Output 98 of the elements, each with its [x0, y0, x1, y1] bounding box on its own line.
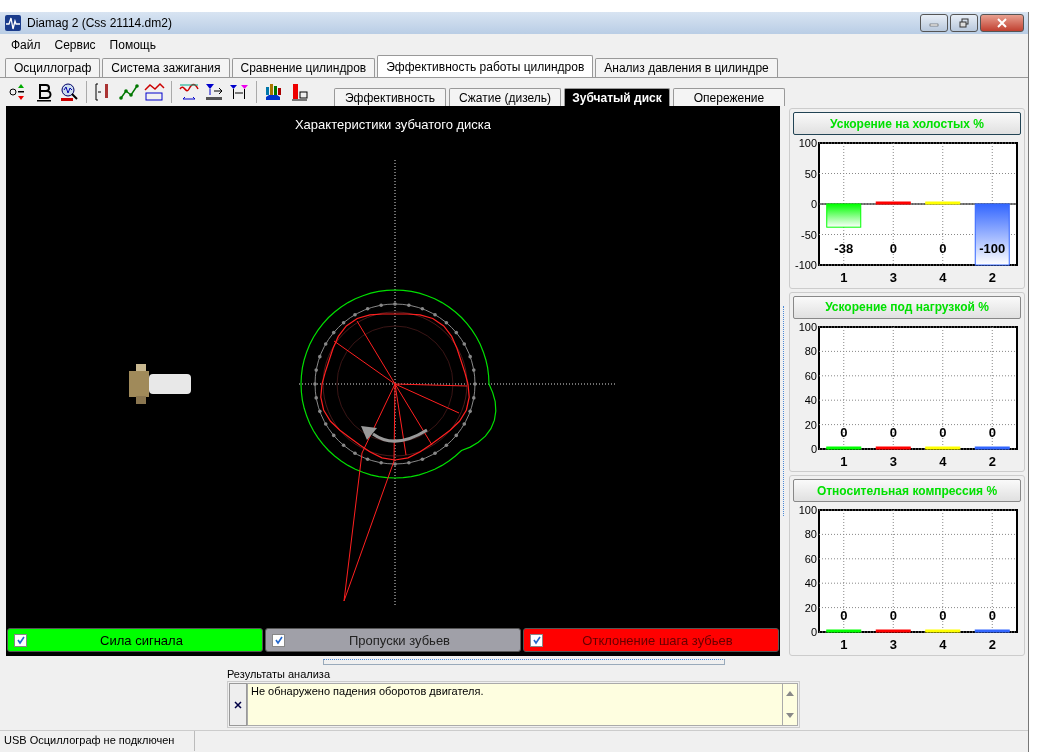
sensor-icon — [129, 364, 191, 404]
splitter-handle[interactable] — [323, 659, 725, 665]
value-label: 0 — [939, 608, 947, 624]
category-label: 2 — [988, 270, 996, 285]
check-icon — [15, 635, 26, 645]
checkbox[interactable] — [272, 633, 285, 647]
axis-tick-label: 60 — [804, 553, 817, 566]
waveform-icon[interactable] — [178, 81, 200, 103]
value-label: 0 — [889, 608, 897, 624]
legend-toggle[interactable]: Сила сигнала — [7, 628, 263, 652]
results-text-area[interactable]: Не обнаружено падения оборотов двигателя. — [247, 683, 783, 726]
restore-button[interactable] — [950, 14, 978, 32]
axis-tick-label: 80 — [804, 345, 817, 358]
window-title: Diamag 2 (Css 21114.dm2) — [27, 16, 172, 30]
check-icon — [273, 635, 284, 645]
tab[interactable]: Система зажигания — [102, 58, 230, 77]
category-label: 4 — [939, 270, 947, 285]
value-label: 0 — [939, 241, 947, 256]
bar — [925, 201, 961, 205]
bar — [925, 629, 961, 633]
bar — [875, 446, 911, 450]
filter-arrow-icon[interactable] — [203, 81, 225, 103]
tab[interactable]: Анализ давления в цилиндре — [595, 58, 778, 77]
line-graph-icon[interactable] — [118, 81, 140, 103]
value-label: 0 — [840, 424, 848, 440]
axis-tick-label: 0 — [810, 442, 817, 455]
axis-tick-label: 40 — [804, 577, 817, 590]
magnifier-icon[interactable] — [58, 81, 80, 103]
minimize-button[interactable] — [920, 14, 948, 32]
category-label: 3 — [889, 637, 897, 653]
close-button[interactable] — [980, 14, 1024, 32]
scroll-up-icon[interactable] — [786, 690, 794, 696]
close-icon — [996, 18, 1008, 28]
axis-tick-label: 100 — [798, 137, 817, 149]
category-label: 3 — [889, 270, 897, 285]
axis-tick-label: 100 — [798, 320, 817, 333]
axis-tick-label: 20 — [804, 601, 817, 614]
axis-tick-label: 50 — [804, 167, 817, 180]
axis-tick-label: 80 — [804, 528, 817, 541]
axis-tick-label: 0 — [810, 198, 817, 210]
bar — [974, 629, 1010, 633]
axis-tick-label: 0 — [810, 626, 817, 639]
bar — [875, 629, 911, 633]
checkbox[interactable] — [530, 633, 543, 647]
category-label: 2 — [988, 453, 996, 469]
value-label: 0 — [889, 241, 897, 256]
splitter-handle[interactable] — [782, 306, 787, 516]
bar — [826, 629, 862, 633]
group-label: Результаты анализа — [227, 668, 332, 681]
category-label: 4 — [939, 453, 947, 469]
value-label: 0 — [988, 424, 996, 440]
status-text: USB Осциллограф не подключен — [0, 731, 195, 751]
value-label: 0 — [939, 424, 947, 440]
peak-graph-icon[interactable] — [143, 81, 165, 103]
category-label: 1 — [840, 453, 848, 469]
menu-item[interactable]: Сервис — [47, 37, 103, 52]
results-text: Не обнаружено падения оборотов двигателя. — [251, 685, 484, 697]
value-label: -38 — [834, 241, 854, 256]
value-label: 0 — [840, 608, 848, 624]
checkbox[interactable] — [14, 633, 27, 647]
axis-tick-label: 100 — [798, 504, 817, 517]
sub-tab[interactable]: Опережение — [673, 88, 785, 106]
menu-item[interactable]: Помощь — [102, 37, 163, 52]
axis-tick-label: -100 — [794, 259, 817, 271]
scrollbar[interactable] — [783, 683, 798, 726]
category-label: 1 — [840, 637, 848, 653]
bar — [974, 203, 1010, 266]
category-label: 2 — [988, 637, 996, 653]
category-label: 3 — [889, 453, 897, 469]
bar — [974, 446, 1010, 450]
value-label: -100 — [979, 241, 1006, 256]
plot-title: Характеристики зубчатого диска — [294, 116, 492, 132]
value-label: 0 — [889, 424, 897, 440]
axis-tick-label: -50 — [801, 228, 817, 241]
tab[interactable]: Осциллограф — [5, 58, 101, 77]
restore-icon — [958, 18, 970, 28]
legend-toggle[interactable]: Пропуски зубьев — [265, 628, 521, 652]
check-icon — [531, 635, 542, 645]
bar — [826, 203, 862, 228]
tab[interactable]: Эффективность работы цилиндров — [377, 55, 594, 77]
axis-tick-label: 20 — [804, 418, 817, 431]
value-label: 0 — [988, 608, 996, 624]
category-label: 4 — [939, 637, 947, 653]
sub-tab[interactable]: Зубчатый диск — [564, 88, 670, 106]
scroll-down-icon[interactable] — [786, 713, 794, 719]
category-label: 1 — [840, 270, 848, 285]
bar — [925, 446, 961, 450]
sub-tab[interactable]: Эффективность — [334, 88, 446, 106]
axis-tick-label: 60 — [804, 369, 817, 382]
close-button[interactable] — [229, 683, 247, 726]
sub-tab[interactable]: Сжатие (дизель) — [449, 88, 561, 106]
app-icon — [5, 15, 21, 31]
axis-tick-label: 40 — [804, 393, 817, 406]
menu-item[interactable]: Файл — [4, 37, 48, 52]
bar — [826, 446, 862, 450]
close-icon — [233, 699, 243, 710]
tab[interactable]: Сравнение цилиндров — [231, 58, 376, 77]
bar — [875, 201, 911, 205]
